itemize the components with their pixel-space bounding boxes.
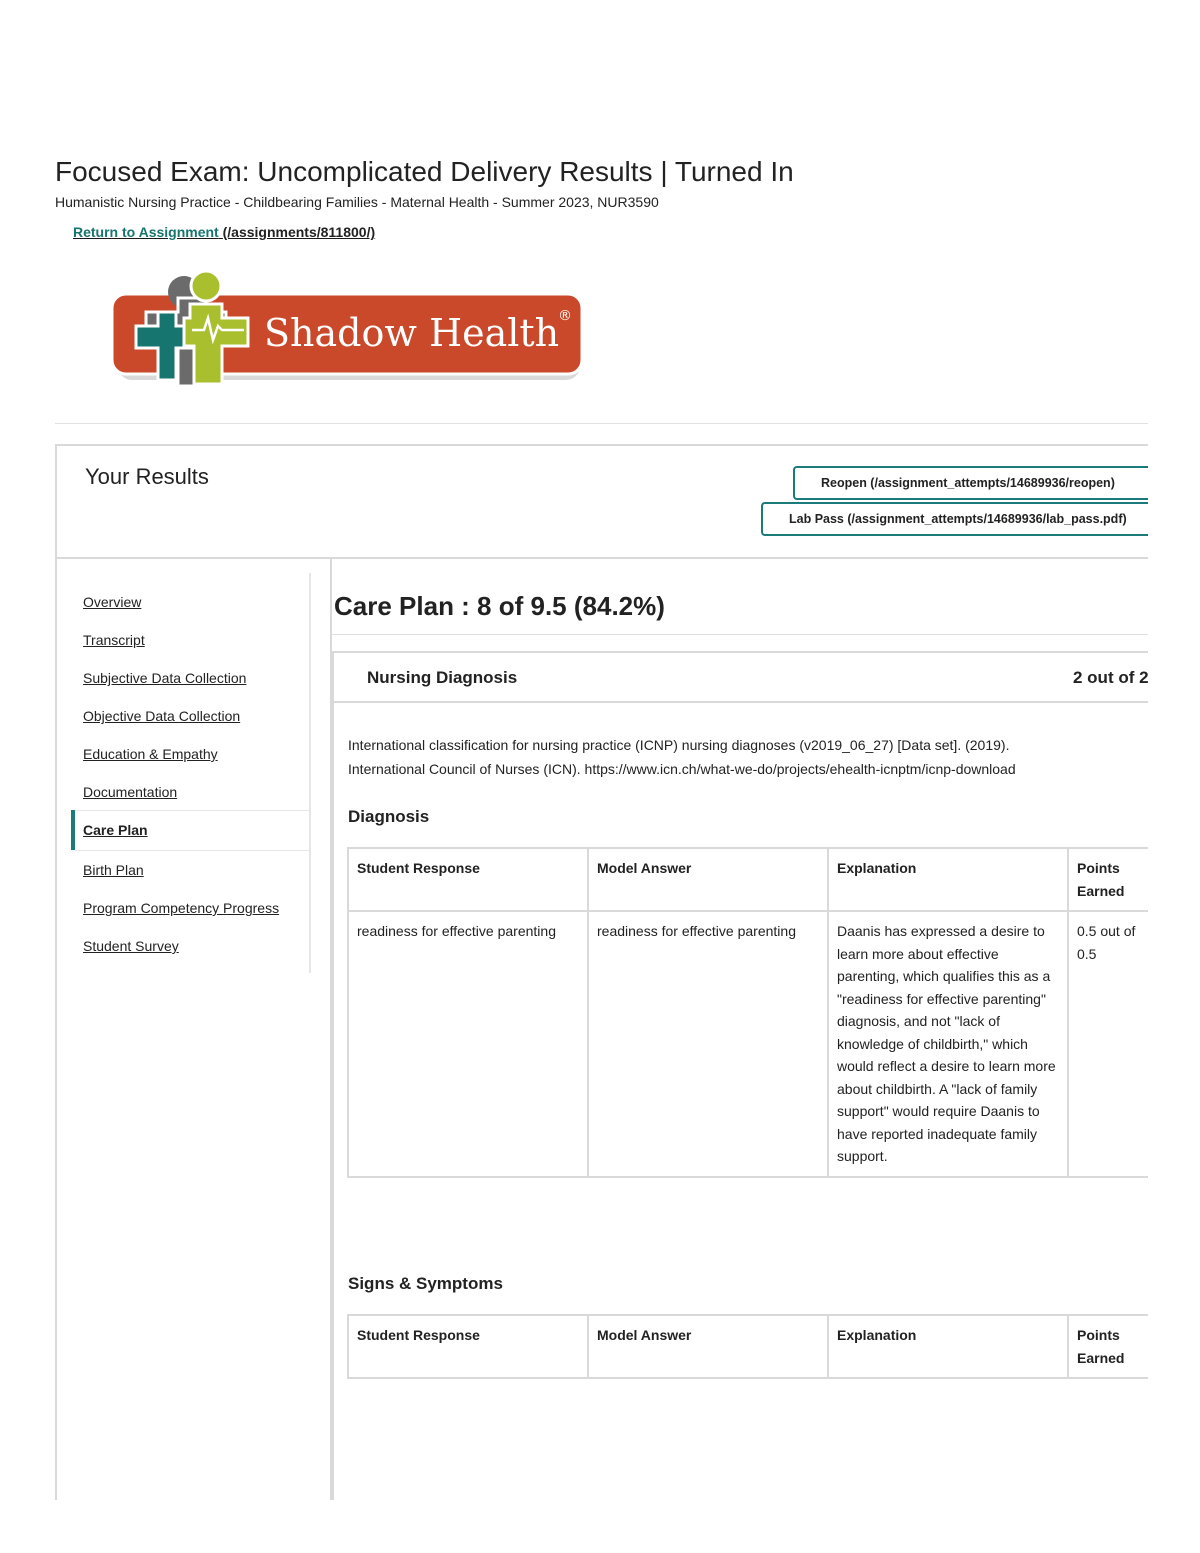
sidebar-item-objective-data[interactable]: Objective Data Collection xyxy=(83,708,240,724)
page-title: Focused Exam: Uncomplicated Delivery Res… xyxy=(55,156,794,187)
section-title: Care Plan : 8 of 9.5 (84.2%) xyxy=(334,591,665,621)
col-points-earned: Points Earned xyxy=(1067,1314,1148,1379)
card-title: Nursing Diagnosis xyxy=(367,668,518,687)
diagnosis-table: Student Response Model Answer Explanatio… xyxy=(347,847,1148,1178)
lab-pass-button[interactable]: Lab Pass (/assignment_attempts/14689936/… xyxy=(761,502,1148,536)
table-header-row: Student Response Model Answer Explanatio… xyxy=(347,1314,1148,1379)
explanation-cell: Daanis has expressed a desire to learn m… xyxy=(827,910,1069,1178)
sidebar-item-student-survey[interactable]: Student Survey xyxy=(83,938,179,954)
header-divider xyxy=(55,423,1148,424)
sidebar-item-education-empathy[interactable]: Education & Empathy xyxy=(83,746,218,762)
active-item-top-border xyxy=(75,810,309,811)
citation: International classification for nursing… xyxy=(348,733,1148,781)
citation-line-2: International Council of Nurses (ICN). h… xyxy=(348,761,1016,777)
signs-symptoms-heading: Signs & Symptoms xyxy=(348,1274,503,1293)
sidebar-item-subjective-data[interactable]: Subjective Data Collection xyxy=(83,670,246,686)
course-subtitle: Humanistic Nursing Practice - Childbeari… xyxy=(55,194,659,210)
student-response-cell: readiness for effective parenting xyxy=(347,910,589,1178)
signs-symptoms-table: Student Response Model Answer Explanatio… xyxy=(347,1314,1148,1379)
return-link-label[interactable]: Return to Assignment xyxy=(73,224,219,240)
sidebar-item-birth-plan[interactable]: Birth Plan xyxy=(83,862,144,878)
sidebar-item-documentation[interactable]: Documentation xyxy=(83,784,177,800)
results-panel: Your Results Reopen (/assignment_attempt… xyxy=(55,444,1148,1500)
col-model-answer: Model Answer xyxy=(587,847,829,912)
table-row: readiness for effective parenting readin… xyxy=(347,910,1148,1178)
sidebar-nav: Overview Transcript Subjective Data Coll… xyxy=(57,573,311,973)
citation-line-1: International classification for nursing… xyxy=(348,737,1010,753)
sidebar-item-care-plan[interactable]: Care Plan xyxy=(83,822,148,838)
main-content: Care Plan : 8 of 9.5 (84.2%) Nursing Dia… xyxy=(330,559,1148,1500)
logo-text: Shadow Health xyxy=(264,311,559,355)
sidebar-item-program-competency[interactable]: Program Competency Progress xyxy=(83,900,279,916)
col-student-response: Student Response xyxy=(347,1314,589,1379)
sidebar-item-transcript[interactable]: Transcript xyxy=(83,632,145,648)
col-model-answer: Model Answer xyxy=(587,1314,829,1379)
active-item-indicator xyxy=(71,810,75,850)
col-student-response: Student Response xyxy=(347,847,589,912)
return-to-assignment-link[interactable]: Return to Assignment (/assignments/81180… xyxy=(73,224,375,240)
return-link-href: (/assignments/811800/) xyxy=(222,224,376,240)
card-header: Nursing Diagnosis 2 out of 2 xyxy=(334,653,1148,703)
model-answer-cell: readiness for effective parenting xyxy=(587,910,829,1178)
col-explanation: Explanation xyxy=(827,1314,1069,1379)
points-earned-cell: 0.5 out of 0.5 xyxy=(1067,910,1148,1178)
registered-mark: ® xyxy=(558,308,572,324)
table-header-row: Student Response Model Answer Explanatio… xyxy=(347,847,1148,912)
shadow-health-logo: Shadow Health ® xyxy=(110,269,584,388)
sidebar-item-overview[interactable]: Overview xyxy=(83,594,141,610)
section-title-divider xyxy=(332,634,1148,635)
nursing-diagnosis-card: Nursing Diagnosis 2 out of 2 Internation… xyxy=(332,651,1148,1500)
col-points-earned: Points Earned xyxy=(1067,847,1148,912)
card-score: 2 out of 2 xyxy=(1073,668,1148,687)
results-title: Your Results xyxy=(85,464,209,489)
col-explanation: Explanation xyxy=(827,847,1069,912)
diagnosis-heading: Diagnosis xyxy=(348,807,430,826)
active-item-bottom-border xyxy=(75,850,309,851)
reopen-button[interactable]: Reopen (/assignment_attempts/14689936/re… xyxy=(793,466,1148,500)
